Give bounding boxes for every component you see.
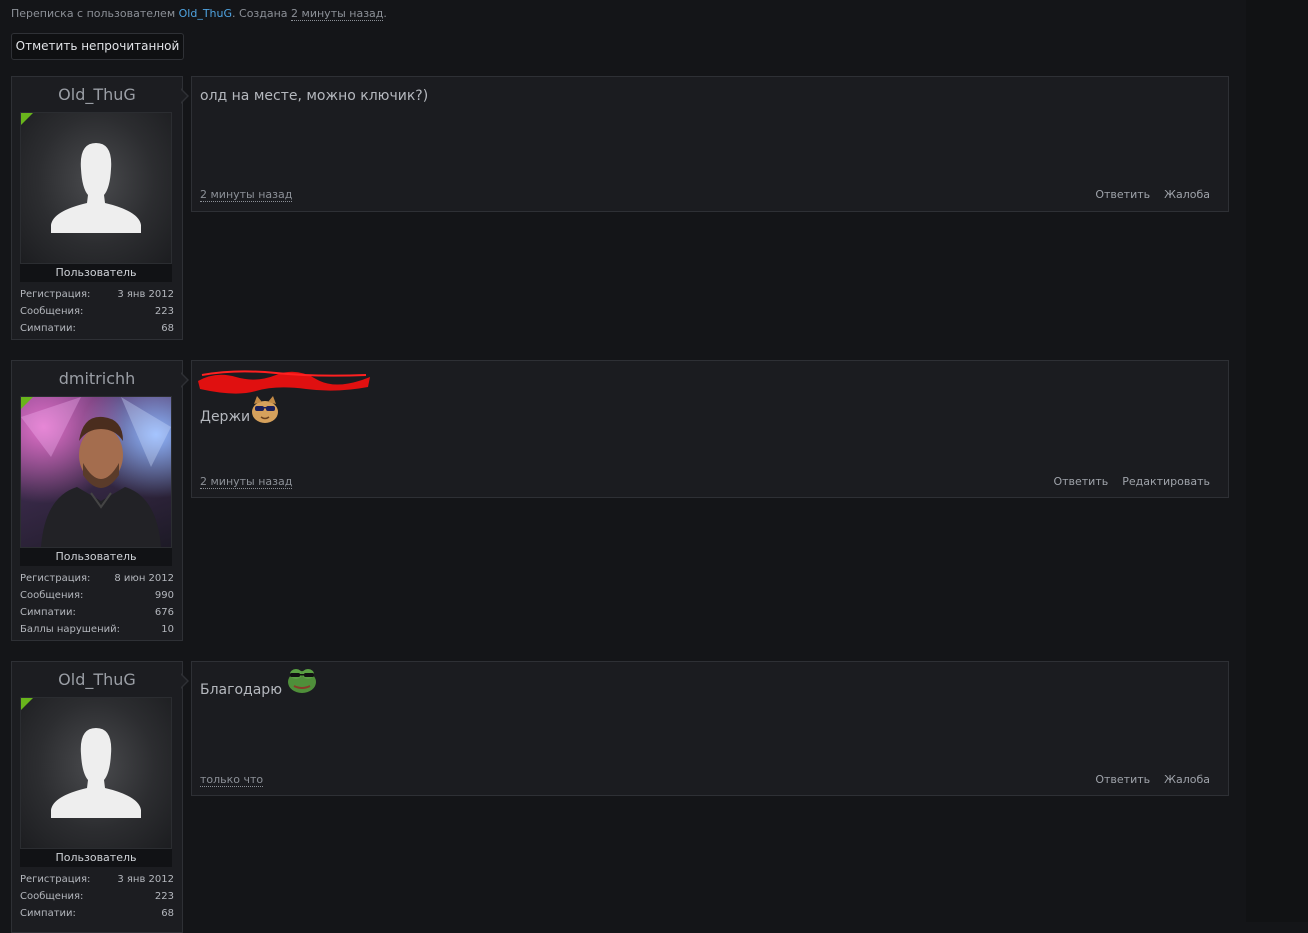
stat-label: Симпатии: bbox=[20, 908, 76, 919]
stat-label: Регистрация: bbox=[20, 289, 91, 300]
user-photo bbox=[21, 397, 171, 547]
mark-unread-button[interactable]: Отметить непрочитанной bbox=[11, 33, 184, 60]
conversation-page: Переписка с пользователем Old_ThuG. Созд… bbox=[0, 0, 1246, 933]
stat-label: Регистрация: bbox=[20, 874, 91, 885]
right-gutter bbox=[1246, 0, 1308, 922]
username-link[interactable]: Old_ThuG bbox=[12, 86, 182, 104]
stat-value: 3 янв 2012 bbox=[117, 289, 174, 300]
stat-row: Регистрация: 8 июн 2012 bbox=[20, 570, 174, 587]
username-link[interactable]: Old_ThuG bbox=[12, 671, 182, 689]
redacted-scribble bbox=[198, 370, 370, 394]
report-link[interactable]: Жалоба bbox=[1164, 773, 1210, 786]
reply-link[interactable]: Ответить bbox=[1095, 773, 1150, 786]
message-time[interactable]: 2 минуты назад bbox=[200, 188, 293, 202]
stat-value: 68 bbox=[161, 908, 174, 919]
user-card: dmitrichh Пользователь Регистрация: 8 ию… bbox=[11, 360, 183, 641]
stat-label: Симпатии: bbox=[20, 323, 76, 334]
stat-row: Симпатии: 68 bbox=[20, 320, 174, 337]
stat-label: Баллы нарушений: bbox=[20, 624, 120, 635]
stat-value: 3 янв 2012 bbox=[117, 874, 174, 885]
bubble-arrow bbox=[180, 88, 189, 104]
online-indicator-icon bbox=[21, 698, 33, 710]
message-footer: только что Ответить Жалоба bbox=[200, 773, 1210, 787]
message-time[interactable]: только что bbox=[200, 773, 264, 787]
user-card: Old_ThuG Пользователь Регистрация: 3 янв … bbox=[11, 76, 183, 340]
message-body: Благодарю только что Ответить Жалоба bbox=[191, 661, 1229, 796]
message-text-wrap: Держи bbox=[200, 396, 280, 425]
created-prefix: . Создана bbox=[232, 7, 292, 20]
stat-label: Сообщения: bbox=[20, 891, 84, 902]
stat-value: 68 bbox=[161, 323, 174, 334]
stat-row: Сообщения: 223 bbox=[20, 303, 174, 320]
created-time[interactable]: 2 минуты назад bbox=[291, 7, 384, 21]
bubble-arrow bbox=[180, 673, 189, 689]
bubble-arrow bbox=[180, 372, 189, 388]
message-text: Благодарю bbox=[200, 682, 282, 698]
edit-link[interactable]: Редактировать bbox=[1122, 475, 1210, 488]
message-footer: 2 минуты назад Ответить Редактировать bbox=[200, 475, 1210, 489]
user-role: Пользователь bbox=[20, 849, 172, 867]
stat-label: Регистрация: bbox=[20, 573, 91, 584]
created-suffix: . bbox=[383, 7, 387, 20]
stat-row: Сообщения: 990 bbox=[20, 587, 174, 604]
stat-value: 676 bbox=[154, 607, 174, 618]
stat-value: 223 bbox=[154, 306, 174, 317]
user-role: Пользователь bbox=[20, 548, 172, 566]
stat-row: Симпатии: 68 bbox=[20, 905, 174, 922]
default-avatar-icon bbox=[51, 143, 141, 233]
message-text: Держи bbox=[200, 409, 251, 425]
conversation-meta: Переписка с пользователем Old_ThuG. Созд… bbox=[11, 7, 387, 21]
message-footer: 2 минуты назад Ответить Жалоба bbox=[200, 188, 1210, 202]
user-stats: Регистрация: 8 июн 2012 Сообщения: 990 Сим… bbox=[20, 570, 174, 638]
online-indicator-icon bbox=[21, 397, 33, 409]
username-link[interactable]: dmitrichh bbox=[12, 370, 182, 388]
conversation-prefix: Переписка с пользователем bbox=[11, 7, 179, 20]
stat-row: Баллы нарушений: 10 bbox=[20, 621, 174, 638]
avatar[interactable] bbox=[20, 697, 172, 849]
avatar[interactable] bbox=[20, 396, 172, 548]
message-text: олд на месте, можно ключик?) bbox=[200, 88, 429, 104]
user-card: Old_ThuG Пользователь Регистрация: 3 янв … bbox=[11, 661, 183, 933]
report-link[interactable]: Жалоба bbox=[1164, 188, 1210, 201]
stat-label: Сообщения: bbox=[20, 590, 84, 601]
stat-value: 10 bbox=[161, 624, 174, 635]
stat-value: 223 bbox=[154, 891, 174, 902]
stat-label: Симпатии: bbox=[20, 607, 76, 618]
user-role: Пользователь bbox=[20, 264, 172, 282]
default-avatar-icon bbox=[51, 728, 141, 818]
reply-link[interactable]: Ответить bbox=[1053, 475, 1108, 488]
stat-value: 8 июн 2012 bbox=[114, 573, 174, 584]
message-text-wrap: Благодарю bbox=[200, 669, 318, 698]
message-body: олд на месте, можно ключик?) 2 минуты на… bbox=[191, 76, 1229, 212]
online-indicator-icon bbox=[21, 113, 33, 125]
stat-row: Симпатии: 676 bbox=[20, 604, 174, 621]
stat-row: Сообщения: 223 bbox=[20, 888, 174, 905]
stat-row: Регистрация: 3 янв 2012 bbox=[20, 286, 174, 303]
reply-link[interactable]: Ответить bbox=[1095, 188, 1150, 201]
conversation-user-link[interactable]: Old_ThuG bbox=[179, 7, 232, 20]
stat-value: 990 bbox=[154, 590, 174, 601]
cool-cat-emoji bbox=[252, 396, 279, 423]
pepe-frog-emoji bbox=[287, 669, 316, 693]
message-body: Держи 2 минуты назад Ответить Редактирова… bbox=[191, 360, 1229, 498]
message-time[interactable]: 2 минуты назад bbox=[200, 475, 293, 489]
user-stats: Регистрация: 3 янв 2012 Сообщения: 223 Сим… bbox=[20, 871, 174, 922]
avatar[interactable] bbox=[20, 112, 172, 264]
user-stats: Регистрация: 3 янв 2012 Сообщения: 223 Сим… bbox=[20, 286, 174, 337]
stat-row: Регистрация: 3 янв 2012 bbox=[20, 871, 174, 888]
stat-label: Сообщения: bbox=[20, 306, 84, 317]
